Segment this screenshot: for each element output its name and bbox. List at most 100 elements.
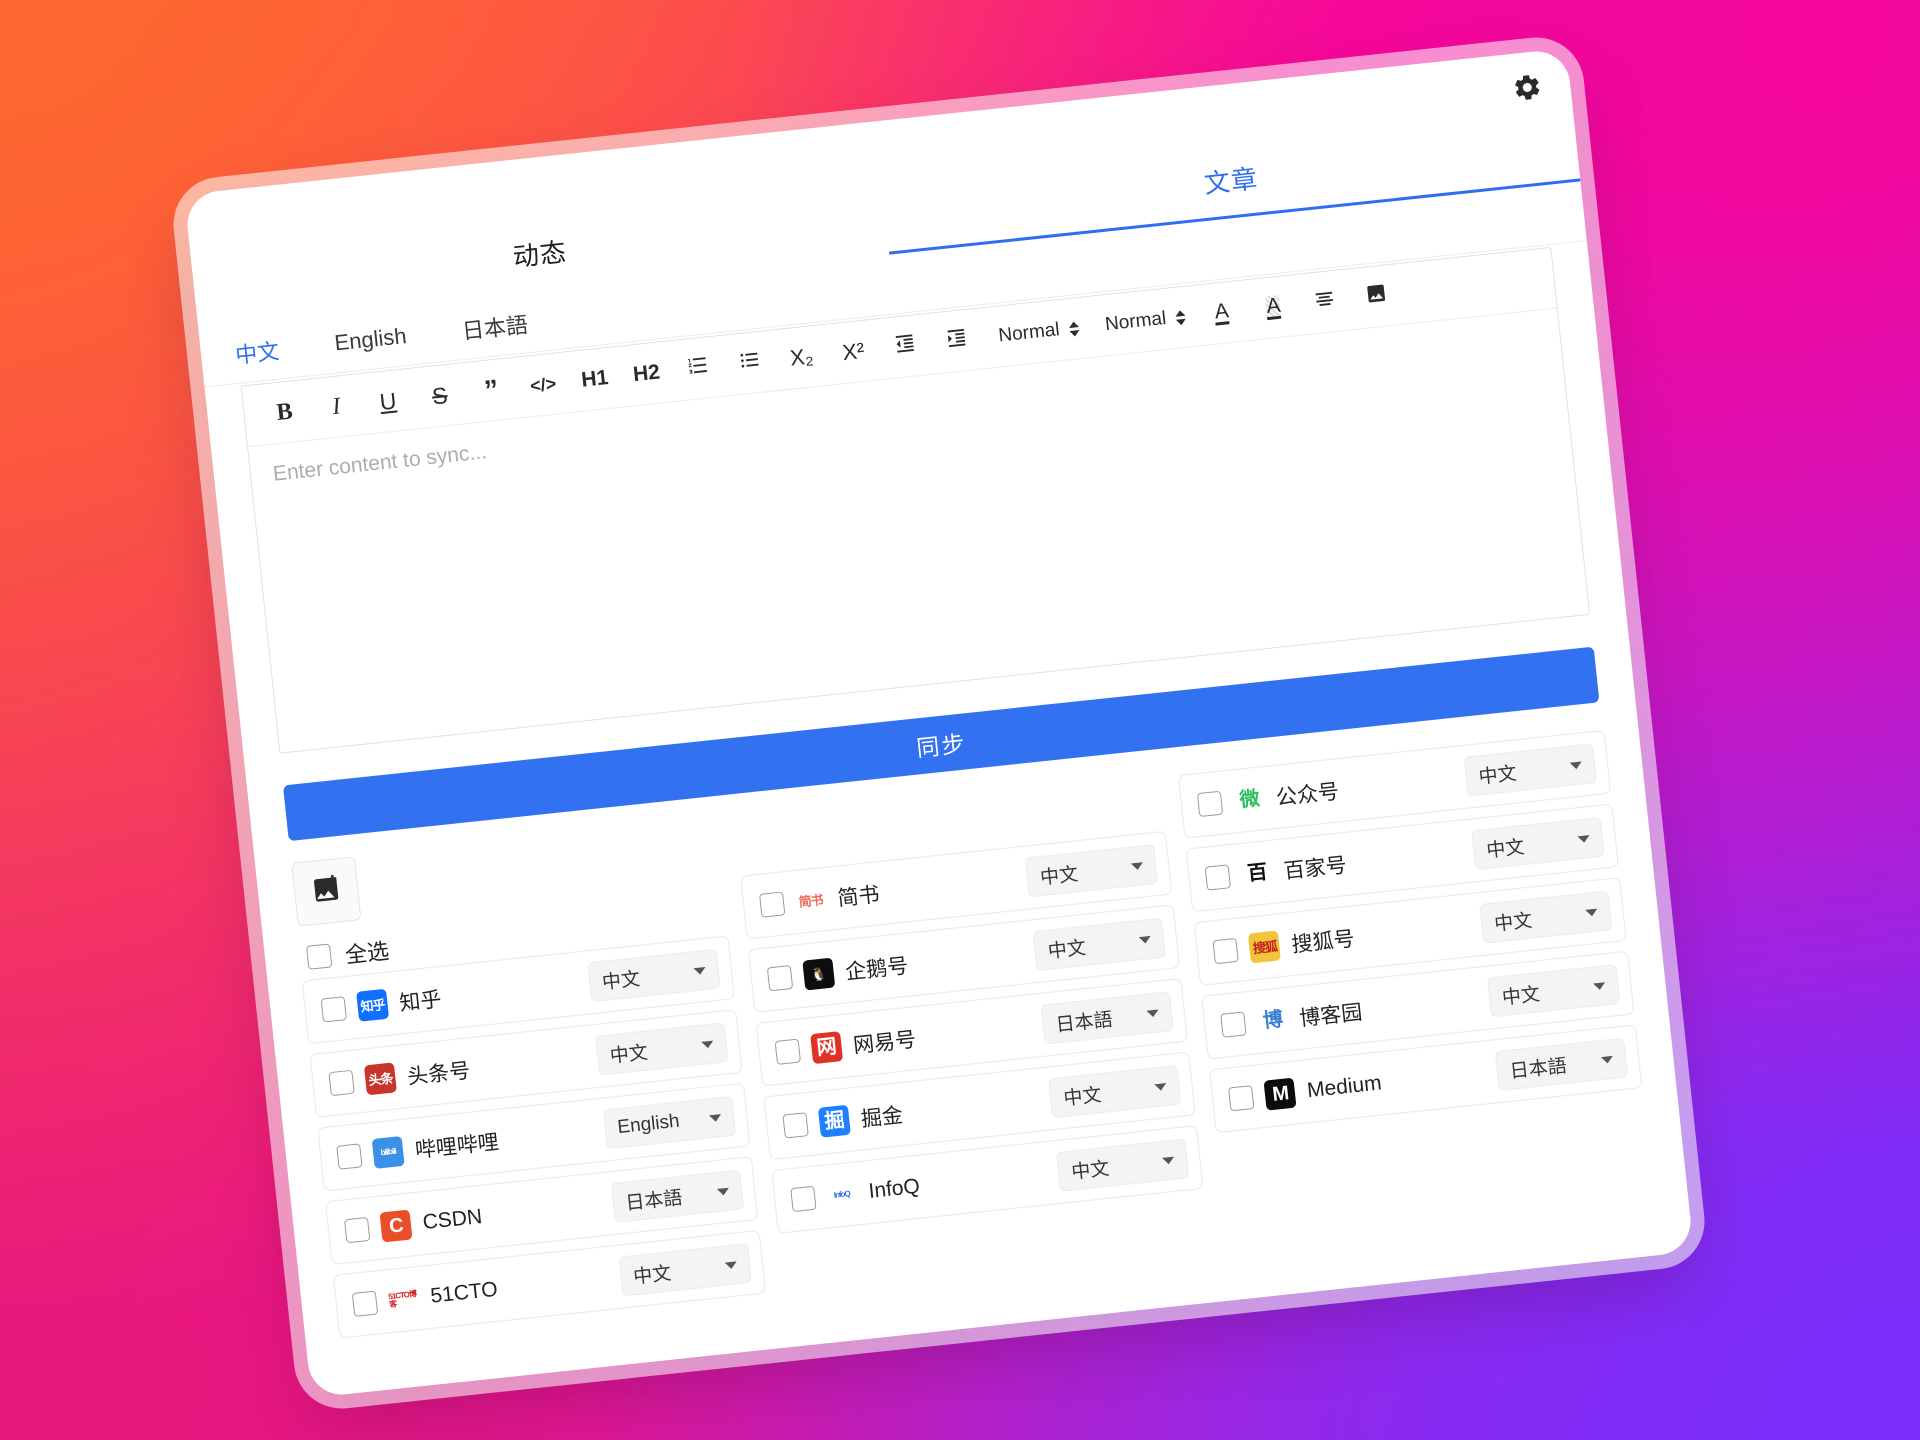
font-picker[interactable]: Normal <box>1087 296 1198 347</box>
platform-name: Medium <box>1305 1071 1383 1103</box>
platform-logo-icon: 掘 <box>817 1104 851 1138</box>
platform-checkbox[interactable] <box>782 1112 809 1139</box>
lang-tab-zh-label: 中文 <box>233 338 281 368</box>
platform-grid: 知乎 知乎 中文 头条 头条号 中文 bilibili 哔哩哔哩 English C CSDN 日本語… <box>301 729 1655 1339</box>
platform-checkbox[interactable] <box>1212 937 1240 965</box>
bullet-list-button[interactable] <box>722 340 778 385</box>
lang-tab-ja[interactable]: 日本語 <box>460 307 529 346</box>
platform-checkbox[interactable] <box>1228 1085 1255 1112</box>
platform-language-select[interactable]: 中文 <box>1471 816 1605 871</box>
platform-checkbox[interactable] <box>789 1185 817 1213</box>
code-block-button[interactable]: </> <box>515 362 571 407</box>
platform-checkbox[interactable] <box>1197 790 1224 818</box>
app-window: 动态 文章 中文 English 日本語 B I U S ” </> H1 H2… <box>184 48 1694 1398</box>
platform-name: InfoQ <box>867 1174 921 1203</box>
platform-checkbox[interactable] <box>344 1216 371 1244</box>
chevron-down-icon <box>724 1260 737 1270</box>
platform-name: 知乎 <box>398 988 443 1016</box>
platform-checkbox[interactable] <box>320 996 348 1023</box>
chevron-down-icon <box>1154 1082 1168 1091</box>
add-image-button[interactable] <box>291 856 362 927</box>
tab-dongtai-label: 动态 <box>511 236 569 272</box>
select-all-row[interactable]: 全选 <box>305 933 391 973</box>
platform-language-select[interactable]: 中文 <box>1025 843 1159 898</box>
lang-tab-ja-label: 日本語 <box>460 311 530 344</box>
platform-language-select[interactable]: 日本語 <box>1494 1037 1629 1092</box>
chevron-down-icon <box>1131 861 1144 870</box>
platform-checkbox[interactable] <box>336 1143 363 1170</box>
platform-checkbox[interactable] <box>1220 1011 1247 1038</box>
platform-language-select[interactable]: 中文 <box>1056 1138 1190 1192</box>
code-icon: </> <box>529 373 558 396</box>
ordered-list-button[interactable] <box>670 346 726 391</box>
quote-icon: ” <box>482 373 500 406</box>
platform-language-select[interactable]: 中文 <box>1463 743 1597 797</box>
platform-language-select[interactable]: 日本語 <box>1040 991 1175 1045</box>
platform-language-value: 中文 <box>1062 1084 1103 1110</box>
platform-logo-icon: 微 <box>1232 783 1266 817</box>
platform-name: 搜狐号 <box>1290 927 1356 957</box>
platform-logo-icon: 百 <box>1240 856 1274 890</box>
platform-language-value: 中文 <box>1485 836 1526 862</box>
settings-button[interactable] <box>1509 71 1546 108</box>
indent-button[interactable] <box>929 318 985 363</box>
strikethrough-button[interactable]: S <box>412 373 468 418</box>
stage: 动态 文章 中文 English 日本語 B I U S ” </> H1 H2… <box>0 0 1920 1440</box>
platform-language-select[interactable]: 中文 <box>594 1022 729 1076</box>
lang-tab-en[interactable]: English <box>333 323 407 356</box>
platform-language-select[interactable]: 中文 <box>618 1243 752 1297</box>
platform-language-select[interactable]: 中文 <box>586 948 721 1003</box>
image-icon <box>1365 281 1390 311</box>
platform-name: 博客园 <box>1298 1001 1364 1031</box>
platform-language-select[interactable]: 中文 <box>1048 1064 1182 1119</box>
platform-language-select[interactable]: English <box>602 1095 737 1150</box>
chevron-down-icon <box>1162 1156 1176 1165</box>
platform-language-value: 中文 <box>601 968 642 994</box>
subscript-button[interactable]: X₂ <box>774 335 830 380</box>
select-all-checkbox[interactable] <box>305 943 333 970</box>
platform-language-value: 中文 <box>608 1042 649 1067</box>
platform-language-select[interactable]: 中文 <box>1486 963 1621 1018</box>
platform-checkbox[interactable] <box>328 1069 355 1097</box>
highlight-color-button[interactable]: A <box>1246 285 1302 330</box>
lang-tab-zh[interactable]: 中文 <box>233 333 280 369</box>
underline-button[interactable]: U <box>360 379 416 424</box>
platform-name: 网易号 <box>852 1028 918 1058</box>
platform-language-select[interactable]: 中文 <box>1032 917 1167 972</box>
platform-name: 企鹅号 <box>844 954 910 985</box>
heading2-button[interactable]: H2 <box>619 351 675 396</box>
platform-language-select[interactable]: 日本語 <box>610 1169 744 1223</box>
platform-language-select[interactable]: 中文 <box>1479 890 1613 944</box>
platform-checkbox[interactable] <box>774 1038 801 1066</box>
platform-logo-icon: C <box>379 1209 413 1243</box>
platform-logo-icon: 知乎 <box>356 988 390 1022</box>
platform-checkbox[interactable] <box>766 965 793 992</box>
bold-button[interactable]: B <box>257 390 313 435</box>
italic-button[interactable]: I <box>308 384 364 429</box>
platform-language-value: 中文 <box>1477 762 1518 788</box>
outdent-button[interactable] <box>877 324 933 369</box>
platform-name: 简书 <box>836 883 881 911</box>
text-color-button[interactable]: A <box>1194 290 1250 335</box>
insert-image-button[interactable] <box>1349 274 1405 319</box>
lang-tab-en-label: English <box>333 322 408 356</box>
chevron-down-icon <box>1569 760 1583 770</box>
platform-logo-icon: 简书 <box>794 884 828 918</box>
superscript-button[interactable]: X² <box>825 329 881 374</box>
heading-picker[interactable]: Normal <box>981 307 1092 358</box>
h2-label: H2 <box>631 360 662 387</box>
chevron-down-icon <box>716 1187 730 1196</box>
platform-logo-icon: 头条 <box>363 1062 397 1096</box>
superscript-label: X² <box>841 337 866 366</box>
blockquote-button[interactable]: ” <box>463 368 519 413</box>
platform-checkbox[interactable] <box>1204 864 1232 891</box>
platform-language-value: 中文 <box>1046 937 1087 963</box>
platform-language-value: 日本語 <box>1054 1008 1114 1036</box>
platform-checkbox[interactable] <box>351 1290 379 1317</box>
align-button[interactable] <box>1297 279 1353 324</box>
platform-name: 掘金 <box>859 1104 905 1132</box>
heading1-button[interactable]: H1 <box>567 357 623 402</box>
platform-checkbox[interactable] <box>758 891 786 918</box>
platform-name: CSDN <box>421 1204 484 1235</box>
align-icon <box>1313 287 1338 317</box>
